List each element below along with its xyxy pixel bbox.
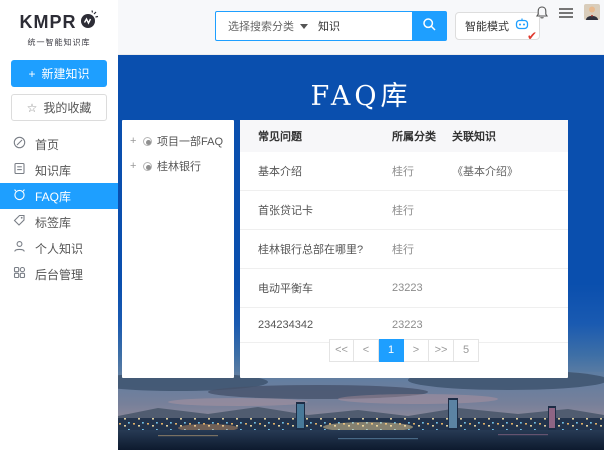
column-header-category: 所属分类 bbox=[386, 120, 446, 152]
node-bullet-icon bbox=[143, 137, 152, 146]
sidebar-item-home[interactable]: 首页 bbox=[0, 131, 118, 157]
search-input[interactable] bbox=[318, 12, 412, 40]
sidebar-item-label: 后台管理 bbox=[35, 266, 83, 283]
favorites-label: 我的收藏 bbox=[43, 99, 91, 116]
sidebar-nav: 首页 知识库 FAQ库 标签库 个人知识 后台管理 bbox=[0, 131, 118, 287]
brand-text: KMPR bbox=[20, 12, 77, 33]
node-bullet-icon bbox=[143, 162, 152, 171]
pagination-page-1[interactable]: 1 bbox=[379, 339, 404, 362]
pagination-first-button[interactable]: << bbox=[329, 339, 354, 362]
tree-node-label: 项目一部FAQ bbox=[157, 133, 223, 149]
new-knowledge-label: 新建知识 bbox=[42, 65, 90, 82]
column-header-knowledge: 关联知识 bbox=[446, 120, 568, 152]
table-row[interactable]: 基本介绍 桂行 《基本介绍》 bbox=[240, 152, 568, 191]
search-button[interactable] bbox=[412, 12, 446, 40]
table-row[interactable]: 首张贷记卡 桂行 bbox=[240, 191, 568, 230]
cell-knowledge bbox=[446, 308, 568, 343]
column-header-question: 常见问题 bbox=[240, 120, 386, 152]
search-bar: 选择搜索分类 bbox=[215, 11, 447, 41]
table-row[interactable]: 234234342 23223 bbox=[240, 308, 568, 343]
smart-mode-button[interactable]: 智能模式 ✔ bbox=[455, 12, 540, 40]
cell-question[interactable]: 电动平衡车 bbox=[240, 269, 386, 308]
logo: KMPR 统一智能知识库 bbox=[0, 0, 118, 48]
star-icon: ☆ bbox=[27, 101, 38, 115]
pagination-last-button[interactable]: >> bbox=[429, 339, 454, 362]
cell-question[interactable]: 首张贷记卡 bbox=[240, 191, 386, 230]
city-skyline-image bbox=[118, 372, 604, 450]
sidebar-item-label: 标签库 bbox=[35, 214, 71, 231]
menu-button[interactable] bbox=[558, 6, 574, 23]
cell-knowledge[interactable]: 《基本介绍》 bbox=[446, 152, 568, 191]
user-icon bbox=[13, 240, 26, 256]
app-window: KMPR 统一智能知识库 + 新建知识 ☆ 我的收藏 bbox=[0, 0, 604, 450]
sidebar-item-admin[interactable]: 后台管理 bbox=[0, 261, 118, 287]
cell-category: 23223 bbox=[386, 308, 446, 343]
sidebar-item-tags[interactable]: 标签库 bbox=[0, 209, 118, 235]
check-icon: ✔ bbox=[527, 29, 537, 43]
sidebar-item-label: 首页 bbox=[35, 136, 59, 153]
cell-knowledge bbox=[446, 191, 568, 230]
category-tree-panel: + 项目一部FAQ + 桂林银行 bbox=[122, 120, 234, 378]
cell-category: 桂行 bbox=[386, 191, 446, 230]
faq-table: 常见问题 所属分类 关联知识 基本介绍 桂行 《基本介绍》 首张贷记卡 桂行 bbox=[240, 120, 568, 343]
caret-down-icon bbox=[300, 24, 308, 29]
sidebar-item-label: FAQ库 bbox=[35, 188, 71, 205]
logo-mark-icon bbox=[79, 10, 99, 35]
home-icon bbox=[13, 136, 26, 152]
expand-icon[interactable]: + bbox=[130, 160, 138, 172]
cell-question[interactable]: 基本介绍 bbox=[240, 152, 386, 191]
search-category-dropdown[interactable]: 选择搜索分类 bbox=[216, 12, 318, 40]
search-icon bbox=[422, 17, 437, 35]
new-knowledge-button[interactable]: + 新建知识 bbox=[11, 60, 107, 87]
sidebar-item-personal[interactable]: 个人知识 bbox=[0, 235, 118, 261]
sidebar-item-label: 知识库 bbox=[35, 162, 71, 179]
search-category-label: 选择搜索分类 bbox=[228, 18, 294, 34]
topbar: 选择搜索分类 智能模式 ✔ bbox=[118, 0, 604, 55]
cell-question[interactable]: 桂林银行总部在哪里? bbox=[240, 230, 386, 269]
tag-icon bbox=[13, 214, 26, 230]
smart-mode-label: 智能模式 bbox=[465, 18, 509, 34]
bell-icon bbox=[534, 9, 550, 24]
hamburger-icon bbox=[558, 8, 574, 23]
pagination-total[interactable]: 5 bbox=[454, 339, 479, 362]
notification-bell-button[interactable] bbox=[534, 5, 550, 24]
expand-icon[interactable]: + bbox=[130, 135, 138, 147]
logo-subtitle: 统一智能知识库 bbox=[0, 37, 118, 48]
tree-node-guilin-bank[interactable]: + 桂林银行 bbox=[130, 158, 234, 174]
cell-category: 桂行 bbox=[386, 230, 446, 269]
table-row[interactable]: 桂林银行总部在哪里? 桂行 bbox=[240, 230, 568, 269]
document-icon bbox=[13, 162, 26, 178]
page-title: FAQ库 bbox=[118, 74, 604, 113]
grid-icon bbox=[13, 266, 26, 282]
faq-icon bbox=[13, 188, 26, 204]
cell-knowledge bbox=[446, 230, 568, 269]
avatar[interactable] bbox=[584, 4, 600, 20]
pagination: << < 1 > >> 5 bbox=[329, 339, 479, 362]
sidebar-item-faq[interactable]: FAQ库 bbox=[0, 183, 118, 209]
sidebar-item-label: 个人知识 bbox=[35, 240, 83, 257]
cell-category: 桂行 bbox=[386, 152, 446, 191]
faq-table-panel: 常见问题 所属分类 关联知识 基本介绍 桂行 《基本介绍》 首张贷记卡 桂行 bbox=[240, 120, 568, 378]
cell-category: 23223 bbox=[386, 269, 446, 308]
pagination-prev-button[interactable]: < bbox=[354, 339, 379, 362]
cell-knowledge bbox=[446, 269, 568, 308]
main-content: FAQ库 + 项目一部FAQ + 桂林银行 常见问题 所属分类 bbox=[118, 55, 604, 450]
tree-node-label: 桂林银行 bbox=[157, 158, 201, 174]
cell-question[interactable]: 234234342 bbox=[240, 308, 386, 343]
sidebar: KMPR 统一智能知识库 + 新建知识 ☆ 我的收藏 bbox=[0, 0, 118, 450]
sidebar-item-knowledge[interactable]: 知识库 bbox=[0, 157, 118, 183]
plus-icon: + bbox=[28, 67, 35, 81]
tree-node-project-faq[interactable]: + 项目一部FAQ bbox=[130, 133, 234, 149]
pagination-next-button[interactable]: > bbox=[404, 339, 429, 362]
table-header-row: 常见问题 所属分类 关联知识 bbox=[240, 120, 568, 152]
favorites-button[interactable]: ☆ 我的收藏 bbox=[11, 94, 107, 121]
table-row[interactable]: 电动平衡车 23223 bbox=[240, 269, 568, 308]
